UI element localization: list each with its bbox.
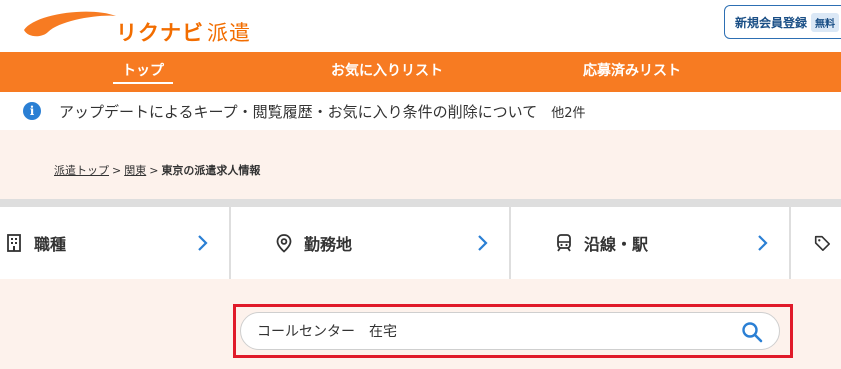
logo-swoosh-icon	[24, 11, 116, 37]
building-icon	[7, 234, 21, 252]
search-icon[interactable]	[741, 321, 763, 343]
register-button[interactable]: 新規会員登録 無料	[724, 5, 841, 39]
category-location[interactable]: 勤務地	[231, 207, 509, 279]
chevron-right-icon	[758, 235, 768, 251]
category-label: 勤務地	[304, 235, 353, 254]
category-job-type[interactable]: 職種	[0, 207, 229, 279]
train-icon	[557, 234, 571, 252]
nav-tab-favorites[interactable]: お気に入りリスト	[330, 52, 444, 92]
nav-tab-applied[interactable]: 応募済みリスト	[582, 52, 682, 92]
map-pin-icon	[276, 234, 292, 253]
breadcrumb-link-dispatch-top[interactable]: 派遣トップ	[54, 164, 109, 177]
category-row: 職種 勤務地 沿線・駅	[0, 207, 841, 279]
breadcrumb-separator: >	[149, 164, 159, 177]
search-input[interactable]	[257, 319, 727, 343]
main-nav: トップ お気に入りリスト 応募済みリスト	[0, 52, 841, 92]
category-label: 沿線・駅	[584, 235, 649, 254]
notice-text[interactable]: アップデートによるキープ・閲覧履歴・お気に入り条件の削除について	[59, 101, 537, 122]
breadcrumb-separator: >	[112, 164, 122, 177]
notice-count[interactable]: 他2件	[551, 102, 585, 121]
breadcrumb-link-kanto[interactable]: 関東	[124, 164, 146, 177]
chevron-right-icon	[198, 235, 208, 251]
breadcrumb: 派遣トップ > 関東 > 東京の派遣求人情報	[54, 162, 260, 178]
category-label: 職種	[34, 235, 67, 254]
logo-text: リクナビ 派遣	[116, 21, 251, 45]
search-box[interactable]	[240, 312, 780, 350]
nav-tab-top[interactable]: トップ	[113, 52, 173, 92]
logo[interactable]: リクナビ 派遣	[20, 8, 250, 45]
category-tag[interactable]	[791, 207, 841, 279]
category-train-line[interactable]: 沿線・駅	[511, 207, 789, 279]
notice-bar[interactable]: i アップデートによるキープ・閲覧履歴・お気に入り条件の削除について 他2件	[0, 92, 841, 130]
tag-icon	[814, 235, 831, 252]
free-badge: 無料	[811, 12, 840, 32]
chevron-right-icon	[478, 235, 488, 251]
breadcrumb-current: 東京の派遣求人情報	[161, 164, 261, 177]
site-header: リクナビ 派遣 新規会員登録 無料	[0, 0, 841, 52]
info-icon: i	[23, 102, 41, 120]
divider-bar	[0, 199, 841, 207]
register-label: 新規会員登録	[735, 15, 808, 30]
